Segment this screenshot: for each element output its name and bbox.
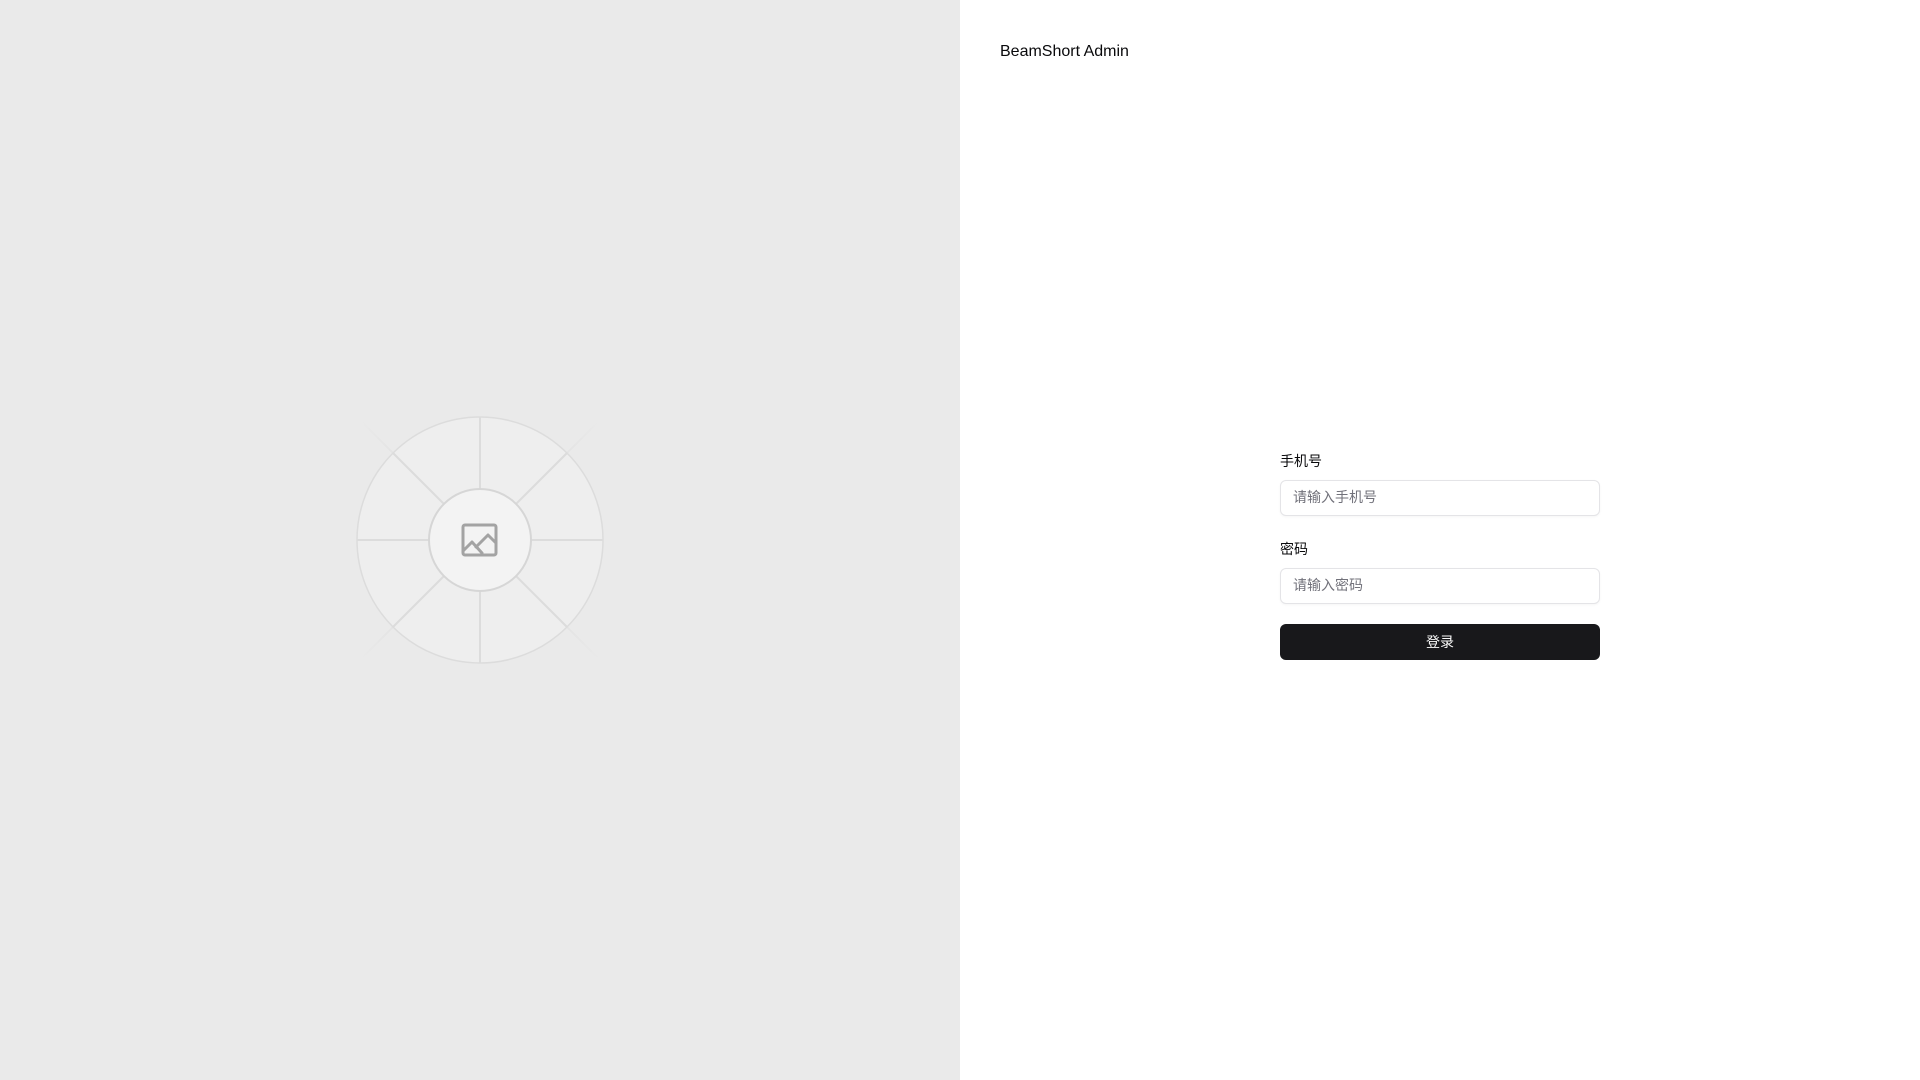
login-button[interactable]: 登录	[1280, 624, 1600, 660]
login-form: 手机号 密码 登录	[1280, 452, 1600, 660]
password-input[interactable]	[1280, 568, 1600, 604]
hero-image-placeholder	[310, 370, 650, 710]
password-field-group: 密码	[1280, 540, 1600, 604]
placeholder-graphic	[310, 370, 650, 710]
phone-label: 手机号	[1280, 454, 1322, 470]
login-page: BeamShort Admin 手机号 密码 登录	[0, 0, 1920, 1080]
auth-panel: BeamShort Admin 手机号 密码 登录	[960, 0, 1920, 1080]
hero-panel	[0, 0, 960, 1080]
brand-title: BeamShort Admin	[1000, 43, 1129, 60]
phone-input[interactable]	[1280, 480, 1600, 516]
phone-field-group: 手机号	[1280, 452, 1600, 516]
password-label: 密码	[1280, 542, 1308, 558]
